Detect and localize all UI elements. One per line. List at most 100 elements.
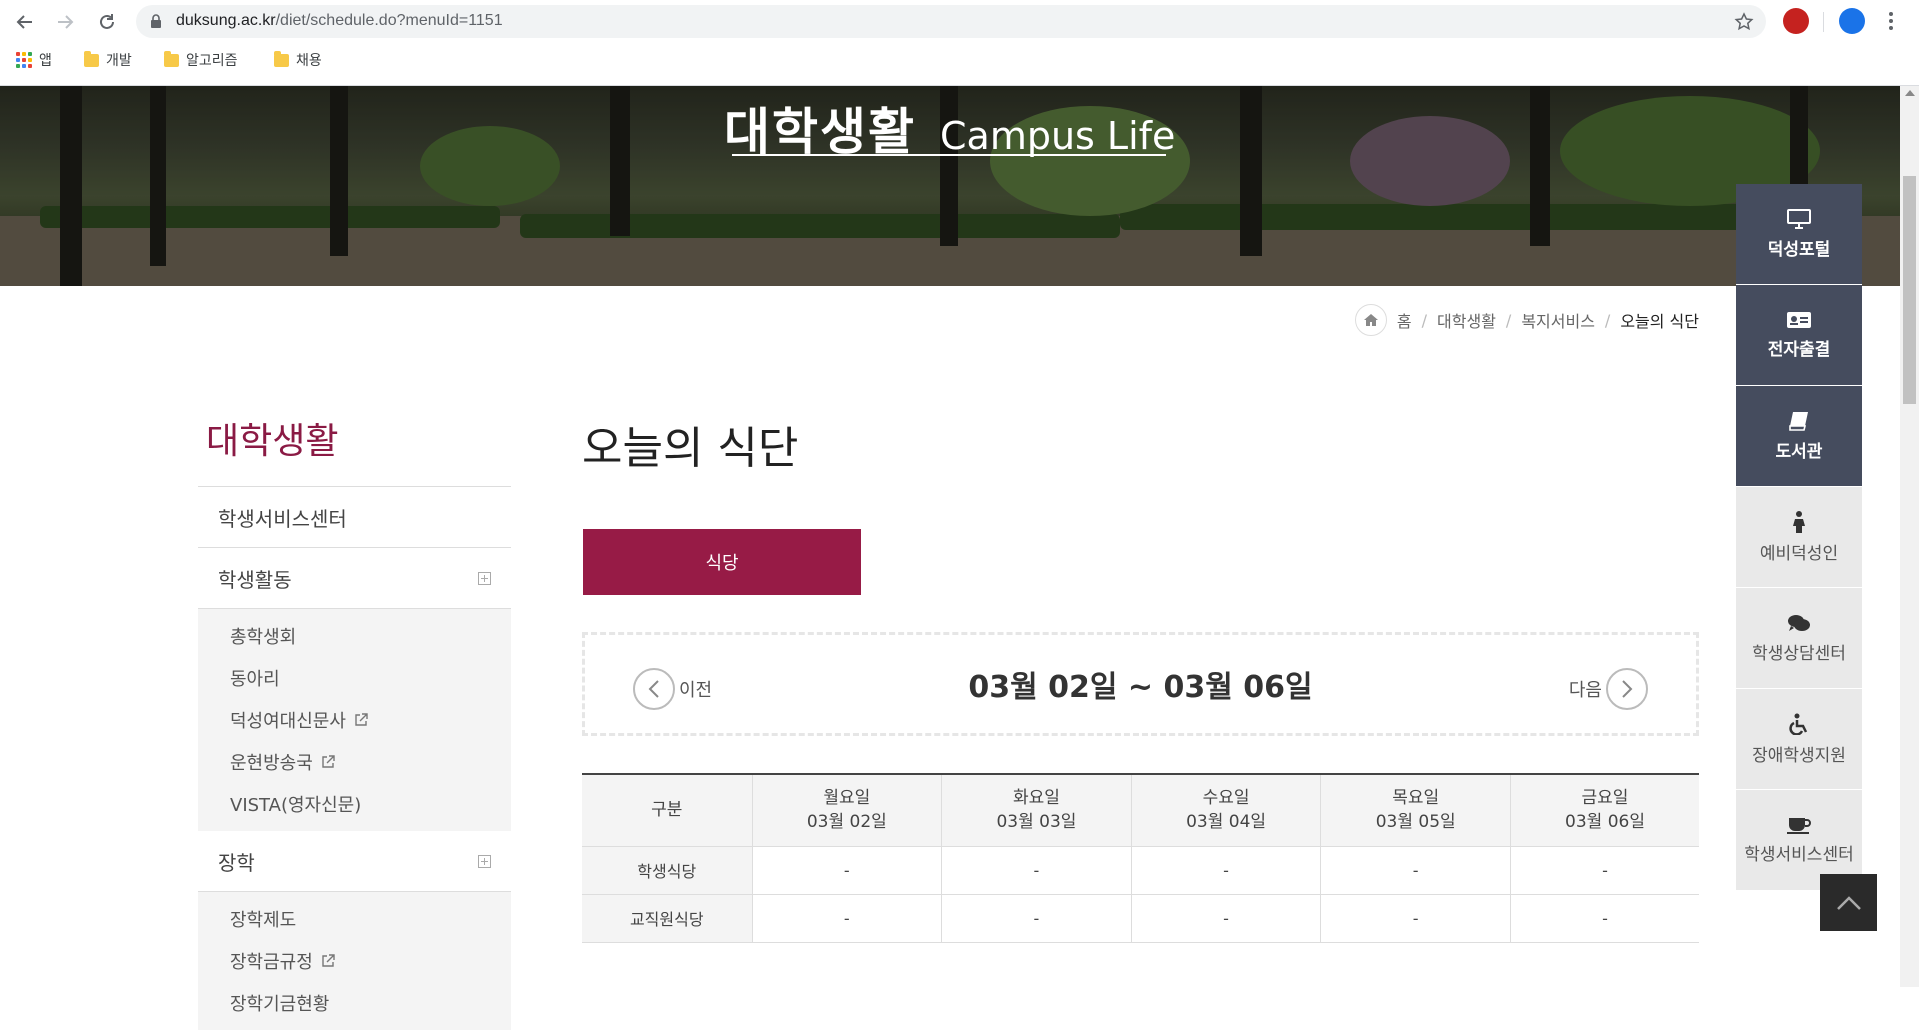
bookmarks-bar: 앱 개발 알고리즘 채용 (0, 48, 1919, 74)
book-icon (1789, 411, 1808, 431)
menu-kebab-icon[interactable] (1888, 11, 1894, 35)
table-cell: - (941, 845, 1132, 895)
table-cell: - (1320, 845, 1511, 895)
meal-table: 구분 월요일 03월 02일 화요일 03월 03일 수요일 03월 04일 목요일 0… (582, 773, 1699, 943)
apps-grid-icon (16, 52, 32, 68)
prev-week-button[interactable]: 이전 (633, 668, 712, 710)
sidebar-item-student-service[interactable]: 학생서비스센터 (198, 487, 511, 548)
table-cell: - (751, 893, 943, 943)
table-cell: - (1320, 893, 1511, 943)
bookmark-folder-dev[interactable]: 개발 (84, 48, 132, 72)
external-link-icon (322, 954, 335, 967)
day-header-fri: 금요일 03월 06일 (1510, 773, 1699, 847)
next-week-button[interactable]: 다음 (1569, 668, 1648, 710)
expand-plus-icon[interactable] (478, 854, 491, 868)
forward-button[interactable] (52, 9, 78, 35)
reload-icon (100, 14, 114, 29)
sub-item-clubs[interactable]: 동아리 (198, 657, 511, 699)
table-cell: - (1510, 845, 1699, 895)
id-card-icon (1787, 311, 1811, 328)
table-corner: 구분 (582, 773, 753, 847)
breadcrumb: 홈 / 대학생활 / 복지서비스 / 오늘의 식단 (1354, 304, 1699, 336)
expand-plus-icon[interactable] (478, 571, 491, 585)
table-cell: - (1130, 893, 1322, 943)
table-header-row: 구분 월요일 03월 02일 화요일 03월 03일 수요일 03월 04일 목요일 0… (582, 773, 1699, 847)
external-link-icon (355, 713, 368, 726)
reload-button[interactable] (94, 9, 120, 35)
sub-item-student-council[interactable]: 총학생회 (198, 615, 511, 657)
quick-disability-support[interactable]: 장애학생지원 (1736, 689, 1862, 790)
scroll-thumb[interactable] (1903, 176, 1916, 404)
hero-underline (732, 154, 1166, 156)
bookmark-folder-jobs[interactable]: 채용 (274, 48, 322, 72)
browser-chrome: duksung.ac.kr/diet/schedule.do?menuId=11… (0, 0, 1919, 86)
sidebar-nav: 학생서비스센터 학생활동 총학생회 동아리 덕성여대신문사 운현방송국 VIST… (198, 486, 511, 1030)
sidebar-item-scholarship[interactable]: 장학 (198, 831, 511, 892)
table-cell: - (1130, 845, 1322, 895)
table-row: 교직원식당 - - - - - (582, 893, 1699, 943)
quick-attendance[interactable]: 전자출결 (1736, 285, 1862, 386)
table-row: 학생식당 - - - - - (582, 845, 1699, 895)
sub-list-scholarship: 장학제도 장학금규정 장학기금현황 (198, 892, 511, 1030)
person-icon (1793, 510, 1805, 533)
quick-prospective[interactable]: 예비덕성인 (1736, 487, 1862, 588)
scroll-up-arrow-icon[interactable] (1905, 90, 1915, 96)
folder-icon (164, 50, 179, 67)
quick-counseling[interactable]: 학생상담센터 (1736, 588, 1862, 689)
arrow-left-icon (16, 15, 32, 29)
week-navigator: 이전 03월 02일 ~ 03월 06일 다음 (582, 632, 1699, 736)
breadcrumb-current: 오늘의 식단 (1620, 312, 1699, 331)
table-cell: - (751, 845, 943, 895)
back-button[interactable] (12, 9, 38, 35)
breadcrumb-home[interactable]: 홈 (1397, 308, 1412, 332)
quick-menu: 덕성포털 전자출결 도서관 예비덕성인 학생상담센터 장애학생지원 학생서비스센… (1736, 184, 1862, 891)
quick-portal[interactable]: 덕성포털 (1736, 184, 1862, 285)
hero-banner: 대학생활 Campus Life (0, 86, 1900, 286)
week-range: 03월 02일 ~ 03월 06일 (968, 670, 1313, 705)
table-cell: - (1510, 893, 1699, 943)
home-icon[interactable] (1354, 304, 1387, 336)
lock-icon (151, 14, 161, 28)
chevron-up-icon (1836, 895, 1861, 910)
day-header-wed: 수요일 03월 04일 (1130, 773, 1322, 847)
wheelchair-icon (1789, 713, 1808, 735)
sub-item-broadcast[interactable]: 운현방송국 (198, 741, 511, 783)
cup-icon (1787, 817, 1811, 834)
page-scrollbar[interactable] (1900, 86, 1919, 987)
breadcrumb-welfare[interactable]: 복지서비스 (1521, 308, 1595, 332)
extension-icon[interactable] (1783, 8, 1809, 34)
folder-icon (84, 50, 99, 67)
sub-item-scholarship-system[interactable]: 장학제도 (198, 898, 511, 940)
chat-icon (1788, 614, 1810, 631)
page-title: 오늘의 식단 (582, 423, 799, 474)
url-text: duksung.ac.kr/diet/schedule.do?menuId=11… (176, 12, 503, 29)
chevron-right-icon (1606, 668, 1648, 710)
profile-avatar[interactable] (1839, 8, 1865, 34)
bookmark-apps[interactable]: 앱 (16, 48, 52, 72)
address-bar[interactable]: duksung.ac.kr/diet/schedule.do?menuId=11… (136, 5, 1766, 38)
row-label-staff-cafeteria: 교직원식당 (582, 893, 753, 943)
day-header-thu: 목요일 03월 05일 (1320, 773, 1511, 847)
sub-list-student-activity: 총학생회 동아리 덕성여대신문사 운현방송국 VISTA(영자신문) (198, 609, 511, 831)
scroll-to-top-button[interactable] (1820, 874, 1877, 931)
arrow-right-icon (58, 15, 74, 29)
sidebar-item-student-activity[interactable]: 학생활동 (198, 548, 511, 609)
folder-icon (274, 50, 289, 67)
day-header-mon: 월요일 03월 02일 (751, 773, 943, 847)
table-cell: - (941, 893, 1132, 943)
tab-cafeteria[interactable]: 식당 (583, 529, 861, 595)
row-label-student-cafeteria: 학생식당 (582, 845, 753, 895)
day-header-tue: 화요일 03월 03일 (941, 773, 1132, 847)
bookmark-star-icon[interactable] (1734, 12, 1754, 32)
sub-item-scholarship-rules[interactable]: 장학금규정 (198, 940, 511, 982)
external-link-icon (322, 755, 335, 768)
quick-library[interactable]: 도서관 (1736, 386, 1862, 487)
bookmark-folder-algorithm[interactable]: 알고리즘 (164, 48, 238, 72)
sub-item-vista[interactable]: VISTA(영자신문) (198, 783, 511, 825)
chevron-left-icon (633, 668, 675, 710)
monitor-icon (1787, 208, 1811, 229)
sub-item-newspaper[interactable]: 덕성여대신문사 (198, 699, 511, 741)
sidebar-title: 대학생활 (206, 421, 339, 462)
sub-item-scholarship-fund[interactable]: 장학기금현황 (198, 982, 511, 1024)
breadcrumb-campus-life[interactable]: 대학생활 (1437, 308, 1496, 332)
